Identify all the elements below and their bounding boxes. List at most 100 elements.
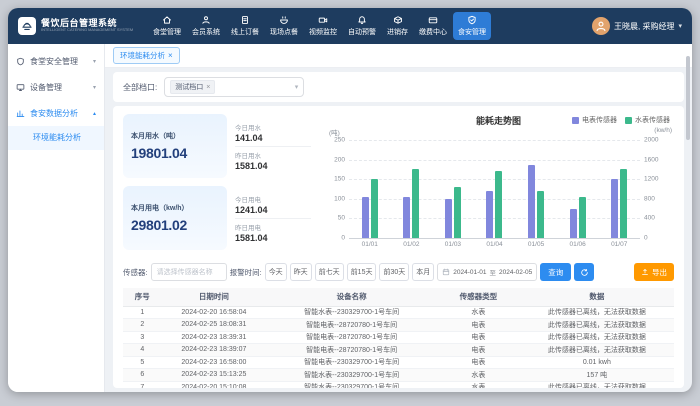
legend-item[interactable]: 水表传感器 xyxy=(625,115,670,125)
legend-swatch xyxy=(572,117,579,124)
column-header: 设备名称 xyxy=(266,288,437,306)
chevron-down-icon: ▾ xyxy=(93,110,96,117)
table-cell: 水表 xyxy=(437,306,520,319)
right-axis-tick: 0 xyxy=(644,235,648,242)
bar xyxy=(528,165,535,239)
nav-item-8[interactable]: 缴费中心 xyxy=(414,12,452,40)
stall-select[interactable]: 测试档口 × ▾ xyxy=(164,77,304,97)
stat-value: 19801.04 xyxy=(131,145,219,161)
gridline xyxy=(349,238,640,239)
stat-mini-label: 今日用电 xyxy=(235,194,311,204)
search-button[interactable]: 查询 xyxy=(540,263,571,281)
quick-range-1[interactable]: 今天 xyxy=(265,263,287,281)
electric-stat-box: 本月用电（kw/h） 29801.02 xyxy=(123,186,227,250)
tab-chip-env-energy[interactable]: 环境能耗分析 × xyxy=(113,47,180,64)
table-cell: 此传感器已离线，无法获取数据 xyxy=(520,381,674,388)
sidebar-subitem[interactable]: 环境能耗分析 xyxy=(8,126,104,150)
electric-stat-side: 今日用电 1241.04 昨日用电 1581.04 xyxy=(235,186,311,250)
quick-range-5[interactable]: 前30天 xyxy=(379,263,409,281)
table-row[interactable]: 22024-02-25 18:08:31智能电表--28720780-1号车间电… xyxy=(123,319,674,332)
right-axis-unit: (kw/h) xyxy=(654,127,672,134)
bar xyxy=(454,187,461,238)
onsite-order-icon xyxy=(279,15,289,25)
bar xyxy=(412,169,419,238)
user-menu[interactable]: 王晓晨, 采购经理 ▾ xyxy=(592,17,682,35)
table-cell: 6 xyxy=(123,369,162,382)
tag-close-icon[interactable]: × xyxy=(206,84,210,91)
nav-item-6[interactable]: 自动预警 xyxy=(343,12,381,40)
right-axis-tick: 2000 xyxy=(644,137,658,144)
legend-label: 电表传感器 xyxy=(582,115,617,125)
device-icon xyxy=(16,83,25,92)
energy-trend-chart: 能耗走势图 电表传感器水表传感器 (吨) (kw/h) 050100150200… xyxy=(323,114,674,254)
table-row[interactable]: 42024-02-23 18:39:07智能电表--28720780-1号车间电… xyxy=(123,344,674,357)
nav-item-label: 会员系统 xyxy=(192,27,220,37)
legend-item[interactable]: 电表传感器 xyxy=(572,115,617,125)
date-range-picker[interactable]: 2024-01-01 至 2024-02-05 xyxy=(437,263,537,281)
alert-icon xyxy=(357,15,367,25)
table-row[interactable]: 12024-02-20 16:58:04智能水表--230329700-1号车间… xyxy=(123,306,674,319)
stall-tag-label: 测试档口 xyxy=(175,82,203,92)
export-label: 导出 xyxy=(652,267,667,278)
table-cell: 1 xyxy=(123,306,162,319)
left-axis-tick: 250 xyxy=(334,137,345,144)
sidebar-item-label: 食安数据分析 xyxy=(30,108,88,119)
table-cell: 电表 xyxy=(437,344,520,357)
sidebar-item-label: 食堂安全管理 xyxy=(30,56,88,67)
right-axis-tick: 800 xyxy=(644,195,655,202)
bar xyxy=(371,179,378,238)
table-cell: 2024-02-23 15:13:25 xyxy=(162,369,267,382)
table-row[interactable]: 72024-02-20 15:10:08智能水表--230329700-1号车间… xyxy=(123,381,674,388)
sidebar-item-2[interactable]: 设备管理▾ xyxy=(8,74,104,100)
x-axis-label: 01/02 xyxy=(391,241,433,248)
table-row[interactable]: 32024-02-23 18:39:31智能电表--28720780-1号车间电… xyxy=(123,331,674,344)
quick-range-3[interactable]: 前七天 xyxy=(315,263,344,281)
nav-item-4[interactable]: 现场点餐 xyxy=(265,12,303,40)
sensor-select-input[interactable] xyxy=(151,263,227,281)
sidebar-item-3[interactable]: 食安数据分析 ▾ xyxy=(8,100,104,126)
close-icon[interactable]: × xyxy=(168,52,173,60)
calendar-icon xyxy=(442,268,450,276)
quick-range-4[interactable]: 前15天 xyxy=(347,263,377,281)
bar xyxy=(445,199,452,238)
nav-item-9[interactable]: 食安管理 xyxy=(453,12,491,40)
stat-mini-value: 1241.04 xyxy=(235,205,311,215)
water-stat-box: 本月用水（吨） 19801.04 xyxy=(123,114,227,178)
table-cell: 智能电表--28720780-1号车间 xyxy=(266,344,437,357)
vertical-scrollbar[interactable] xyxy=(686,56,690,140)
tab-chip-label: 环境能耗分析 xyxy=(120,50,165,61)
table-cell: 智能电表--230329700-1号车间 xyxy=(266,356,437,369)
water-stat-side: 今日用水 141.04 昨日用水 1581.04 xyxy=(235,114,311,178)
table-row[interactable]: 62024-02-23 15:13:25智能水表--230329700-1号车间… xyxy=(123,369,674,382)
nav-item-label: 自动预警 xyxy=(348,27,376,37)
table-cell: 2024-02-25 18:08:31 xyxy=(162,319,267,332)
bar xyxy=(495,171,502,238)
table-cell: 智能电表--28720780-1号车间 xyxy=(266,319,437,332)
table-cell: 此传感器已离线，无法获取数据 xyxy=(520,331,674,344)
records-table: 序号日期时间设备名称传感器类型数据 12024-02-20 16:58:04智能… xyxy=(123,288,674,388)
stats-panel: 本月用水（吨） 19801.04 今日用水 141.04 昨日用 xyxy=(123,114,311,254)
legend-label: 水表传感器 xyxy=(635,115,670,125)
nav-item-1[interactable]: 食堂管理 xyxy=(148,12,186,40)
body-row: 食堂安全管理▾设备管理▾食安数据分析▾环境能耗分析 环境能耗分析 × 全部档口:… xyxy=(8,44,692,392)
left-axis-tick: 200 xyxy=(334,156,345,163)
nav-item-7[interactable]: 进销存 xyxy=(382,12,413,40)
nav-item-3[interactable]: 线上订餐 xyxy=(226,12,264,40)
stat-mini-label: 今日用水 xyxy=(235,122,311,132)
column-header: 数据 xyxy=(520,288,674,306)
refresh-button[interactable] xyxy=(574,263,594,281)
safety-icon xyxy=(16,57,25,66)
nav-item-5[interactable]: 视频监控 xyxy=(304,12,342,40)
sidebar-item-1[interactable]: 食堂安全管理▾ xyxy=(8,48,104,74)
table-cell: 3 xyxy=(123,331,162,344)
nav-item-2[interactable]: 会员系统 xyxy=(187,12,225,40)
export-icon xyxy=(641,268,649,276)
quick-range-2[interactable]: 昨天 xyxy=(290,263,312,281)
sensor-filter-label: 传感器: xyxy=(123,267,148,278)
date-start: 2024-01-01 xyxy=(453,269,486,276)
export-button[interactable]: 导出 xyxy=(634,263,674,281)
quick-range-6[interactable]: 本月 xyxy=(412,263,434,281)
table-row[interactable]: 52024-02-23 16:58:00智能电表--230329700-1号车间… xyxy=(123,356,674,369)
nav-item-label: 现场点餐 xyxy=(270,27,298,37)
bar xyxy=(362,197,369,238)
